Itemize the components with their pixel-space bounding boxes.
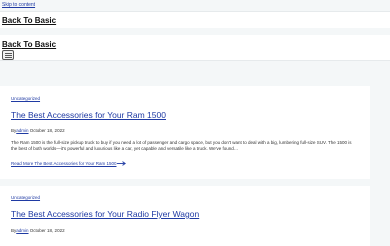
header-top-bar [0, 11, 390, 28]
site-title-link[interactable]: Back To Basic [2, 16, 56, 25]
post-excerpt: The Ram 1500 is the full-size pickup tru… [11, 140, 352, 152]
post-category-link[interactable]: Uncategorized [11, 96, 40, 101]
header-main-bar [0, 35, 390, 61]
post-title-link[interactable]: The Best Accessories for Your Radio Flye… [11, 209, 199, 219]
post-card: Uncategorized The Best Accessories for Y… [0, 86, 370, 179]
post-date: October 18, 2022 [29, 128, 65, 133]
hamburger-icon [4, 52, 12, 58]
arrow-right-icon [117, 161, 127, 166]
skip-to-content-link[interactable]: Skip to content [2, 2, 35, 8]
post-byline: Byadmin October 18, 2022 [11, 128, 65, 133]
post-author-link[interactable]: admin [16, 128, 28, 133]
read-more-link[interactable]: Read More The Best Accessories for Your … [11, 161, 127, 166]
post-card: Uncategorized The Best Accessories for Y… [0, 186, 370, 246]
menu-toggle-button[interactable] [2, 50, 14, 60]
read-more-label: Read More The Best Accessories for Your … [11, 161, 117, 166]
post-title-link[interactable]: The Best Accessories for Your Ram 1500 [11, 110, 166, 120]
post-date: October 18, 2022 [29, 228, 65, 233]
post-category-link[interactable]: Uncategorized [11, 195, 40, 200]
post-author-link[interactable]: admin [16, 228, 28, 233]
post-byline: Byadmin October 18, 2022 [11, 228, 65, 233]
site-title-link-secondary[interactable]: Back To Basic [2, 40, 56, 49]
